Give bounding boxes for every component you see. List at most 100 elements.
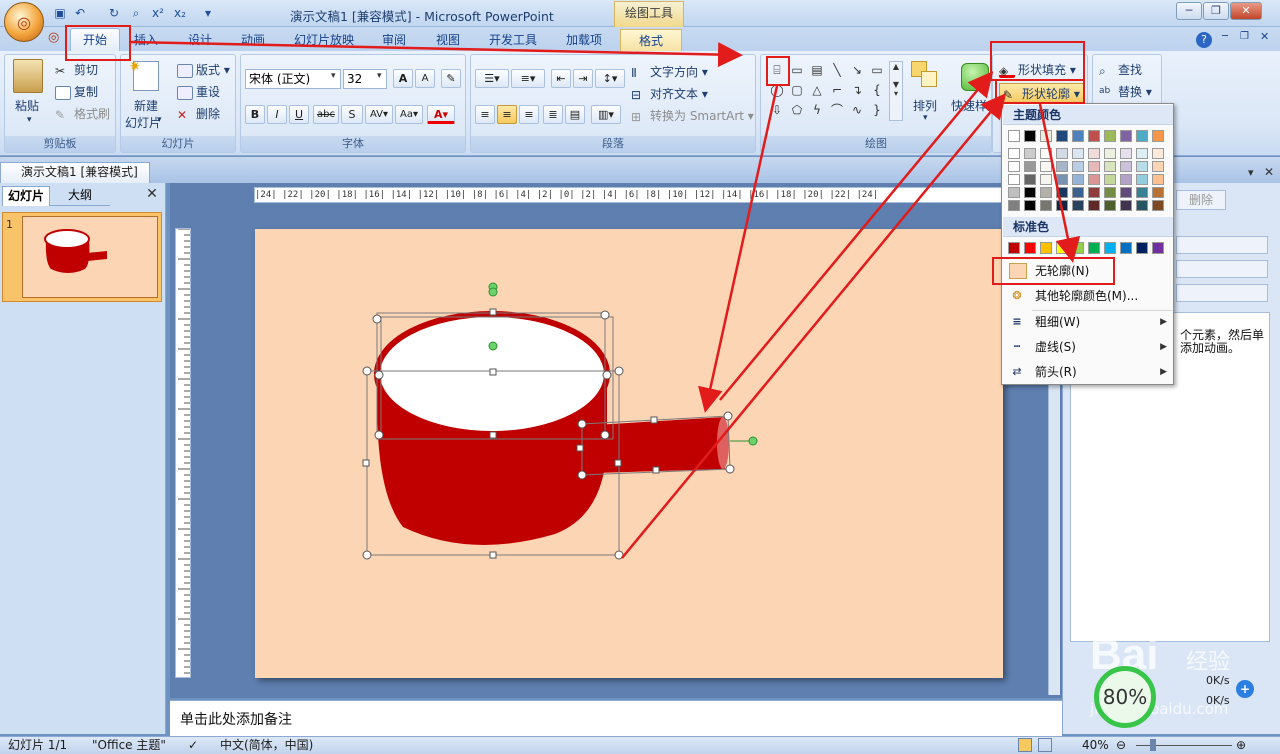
tab-animation[interactable]: 动画 <box>235 29 271 51</box>
arrows-item[interactable]: ⇄ 箭头(R) ▶ <box>1003 360 1173 384</box>
bullets-icon[interactable]: ☰▾ <box>475 69 509 88</box>
theme-shade-swatch[interactable] <box>1008 174 1020 185</box>
horizontal-ruler[interactable]: |24| |22| |20| |18| |16| |14| |12| |10| … <box>254 187 1002 203</box>
theme-shade-swatch[interactable] <box>1152 161 1164 172</box>
theme-shade-swatch[interactable] <box>1120 174 1132 185</box>
tab-slides[interactable]: 幻灯片 <box>2 186 50 206</box>
speed-widget-percent[interactable]: 80% <box>1094 666 1156 728</box>
line-shape-icon[interactable]: ╲ <box>829 63 845 77</box>
theme-shade-swatch[interactable] <box>1040 161 1052 172</box>
theme-color-swatch[interactable] <box>1072 130 1084 142</box>
format-painter-button[interactable]: ✎ 格式刷 <box>55 105 110 122</box>
tab-slideshow[interactable]: 幻灯片放映 <box>288 29 360 51</box>
zoom-slider-thumb[interactable] <box>1150 739 1156 751</box>
font-name-combo[interactable]: 宋体 (正文) <box>245 69 341 89</box>
theme-color-swatch[interactable] <box>1056 130 1068 142</box>
more-colors-item[interactable]: ❂ 其他轮廓颜色(M)... <box>1003 284 1173 308</box>
replace-button[interactable]: ab 替换 ▾ <box>1099 83 1152 100</box>
shrink-font-icon[interactable]: A <box>415 69 435 88</box>
theme-shade-swatch[interactable] <box>1136 187 1148 198</box>
rounded-rect-shape-icon[interactable]: ▢ <box>789 83 805 97</box>
panel-close-icon[interactable]: ✕ <box>144 186 160 204</box>
standard-color-swatch[interactable] <box>1120 242 1132 254</box>
italic-icon[interactable]: I <box>267 105 287 124</box>
theme-shade-swatch[interactable] <box>1136 174 1148 185</box>
theme-shade-swatch[interactable] <box>1008 148 1020 159</box>
zoom-level[interactable]: 40% <box>1082 737 1109 754</box>
delete-slide-button[interactable]: ✕ 删除 <box>177 105 220 122</box>
theme-shade-swatch[interactable] <box>1056 200 1068 211</box>
save-icon[interactable]: ▣ <box>52 5 68 21</box>
theme-shade-swatch[interactable] <box>1120 187 1132 198</box>
standard-color-swatch[interactable] <box>1088 242 1100 254</box>
pane-delete-button[interactable]: 删除 <box>1176 190 1226 210</box>
tab-view[interactable]: 视图 <box>430 29 466 51</box>
brace-right-shape-icon[interactable]: } <box>869 103 885 117</box>
change-case-icon[interactable]: Aa▾ <box>395 105 423 124</box>
tab-outline[interactable]: 大纲 <box>50 186 110 206</box>
line-spacing-icon[interactable]: ↕▾ <box>595 69 625 88</box>
theme-color-swatch[interactable] <box>1104 130 1116 142</box>
strikethrough-icon[interactable]: abc <box>313 105 339 124</box>
copy-button[interactable]: 复制 <box>55 83 98 100</box>
theme-shade-swatch[interactable] <box>1072 174 1084 185</box>
theme-color-swatch[interactable] <box>1024 130 1036 142</box>
theme-shade-swatch[interactable] <box>1072 161 1084 172</box>
paste-dropdown-icon[interactable]: ▾ <box>27 115 32 125</box>
theme-shade-swatch[interactable] <box>1136 161 1148 172</box>
spellcheck-icon[interactable]: ✓ <box>188 737 198 754</box>
theme-shade-swatch[interactable] <box>1152 148 1164 159</box>
standard-color-swatch[interactable] <box>1072 242 1084 254</box>
textbox-shape-icon[interactable]: ▭ <box>789 63 805 77</box>
elbow-arrow-icon[interactable]: ↴ <box>849 83 865 97</box>
zoom-out-icon[interactable]: ⊖ <box>1116 737 1126 754</box>
new-slide-dropdown-icon[interactable]: ▾ <box>157 115 162 125</box>
theme-shade-swatch[interactable] <box>1104 200 1116 211</box>
theme-shade-swatch[interactable] <box>1056 148 1068 159</box>
superscript-icon[interactable]: x² <box>150 5 166 21</box>
columns-icon[interactable]: ▥▾ <box>591 105 621 124</box>
notes-pane[interactable]: 单击此处添加备注 <box>170 700 1062 736</box>
clear-format-icon[interactable]: ✎ <box>441 69 461 88</box>
theme-shade-swatch[interactable] <box>1120 200 1132 211</box>
pane-close-icon[interactable]: ✕ <box>1264 165 1274 179</box>
theme-shade-swatch[interactable] <box>1152 200 1164 211</box>
align-left-icon[interactable]: ≡ <box>475 105 495 124</box>
quick-styles-icon[interactable] <box>961 63 989 91</box>
theme-color-swatch[interactable] <box>1136 130 1148 142</box>
theme-shade-swatch[interactable] <box>1088 200 1100 211</box>
reset-button[interactable]: 重设 <box>177 83 220 100</box>
theme-shade-swatch[interactable] <box>1152 187 1164 198</box>
slide-thumbnail[interactable] <box>22 216 158 298</box>
subscript-icon[interactable]: x₂ <box>172 5 188 21</box>
theme-shade-swatch[interactable] <box>1088 187 1100 198</box>
theme-shade-swatch[interactable] <box>1040 187 1052 198</box>
align-text-button[interactable]: ⊟ 对齐文本 ▾ <box>631 85 708 102</box>
theme-shade-swatch[interactable] <box>1072 148 1084 159</box>
document-tab[interactable]: 演示文稿1 [兼容模式] <box>0 162 150 183</box>
font-size-dropdown-icon[interactable]: ▾ <box>377 71 382 81</box>
layout-button[interactable]: 版式 ▾ <box>177 61 230 78</box>
redo-icon[interactable]: ↻ <box>106 5 122 21</box>
theme-color-swatch[interactable] <box>1088 130 1100 142</box>
text-direction-button[interactable]: Ⅱ 文字方向 ▾ <box>631 63 708 80</box>
justify-icon[interactable]: ≣ <box>543 105 563 124</box>
office-button[interactable]: ◎ <box>4 2 44 42</box>
theme-shade-swatch[interactable] <box>1008 161 1020 172</box>
down-arrow-shape-icon[interactable]: ⇩ <box>769 103 785 117</box>
pot-drawing[interactable] <box>255 229 1003 678</box>
font-name-dropdown-icon[interactable]: ▾ <box>331 71 336 81</box>
theme-shade-swatch[interactable] <box>1104 161 1116 172</box>
theme-shade-swatch[interactable] <box>1088 161 1100 172</box>
theme-shade-swatch[interactable] <box>1008 200 1020 211</box>
new-slide-label1[interactable]: 新建 <box>134 97 158 114</box>
ribbon-restore-icon[interactable]: ❐ <box>1240 31 1249 42</box>
theme-shade-swatch[interactable] <box>1008 187 1020 198</box>
plus-icon[interactable]: + <box>1236 680 1254 698</box>
arrange-dropdown-icon[interactable]: ▾ <box>923 113 928 123</box>
theme-shade-swatch[interactable] <box>1040 174 1052 185</box>
theme-shade-swatch[interactable] <box>1120 161 1132 172</box>
minimize-button[interactable]: ─ <box>1176 2 1202 20</box>
find-button[interactable]: ⌕ 查找 <box>1099 61 1142 78</box>
brace-shape-icon[interactable]: { <box>869 83 885 97</box>
